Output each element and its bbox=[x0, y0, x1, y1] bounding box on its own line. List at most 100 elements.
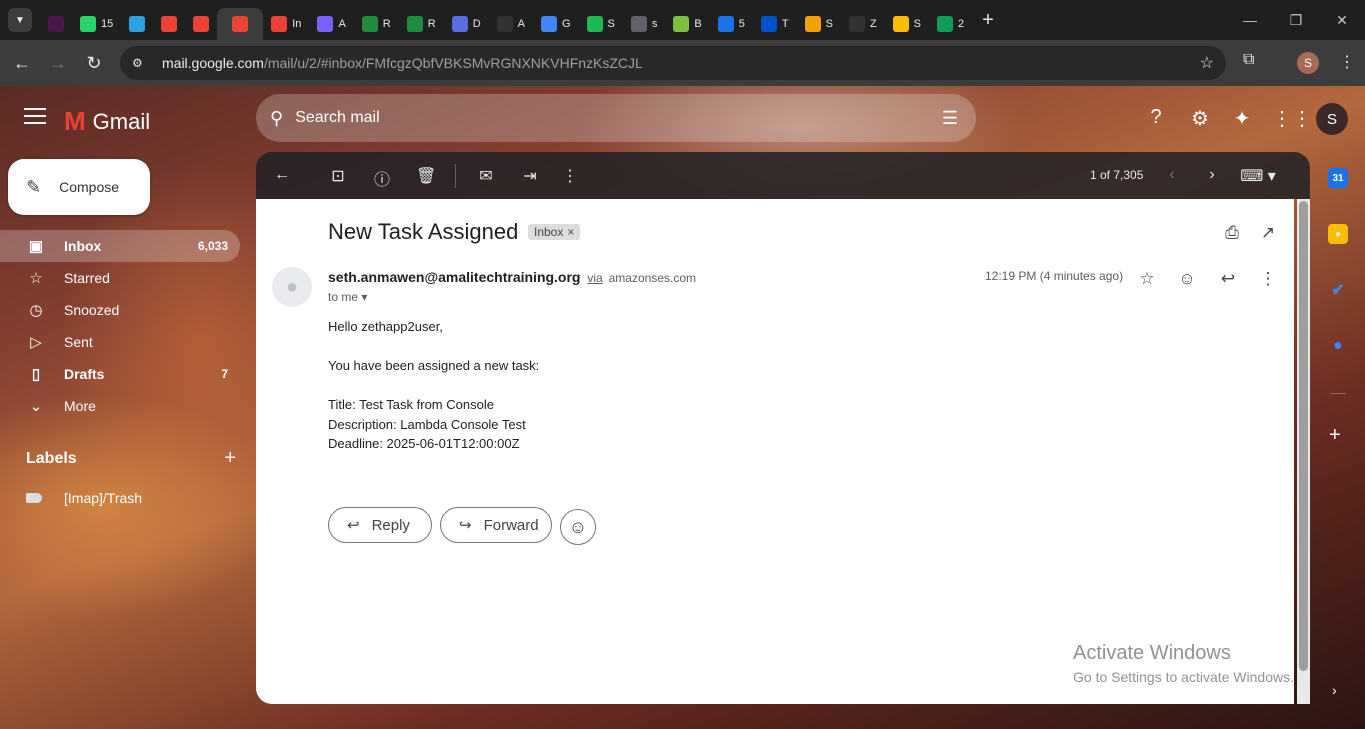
get-addons-icon[interactable]: + bbox=[1329, 424, 1341, 447]
more-actions-icon[interactable]: ⋮ bbox=[560, 166, 580, 186]
browser-tab[interactable] bbox=[185, 8, 217, 40]
telegram-icon bbox=[129, 16, 146, 32]
tab-list: 15 In A R R D A G Ss B 5 T S Z S 2 bbox=[40, 0, 972, 40]
browser-tab[interactable]: T bbox=[753, 8, 797, 40]
tab-title: 15 bbox=[101, 18, 114, 30]
address-bar[interactable]: ⚙ mail.google.com/mail/u/2/#inbox/FMfcgz… bbox=[120, 46, 1226, 80]
browser-tab[interactable]: S bbox=[885, 8, 929, 40]
browser-tab[interactable]: A bbox=[489, 8, 533, 40]
newer-chevron-icon[interactable]: ‹ bbox=[1162, 166, 1182, 184]
browser-tab[interactable] bbox=[217, 8, 264, 40]
emoji-react-icon[interactable]: ☺ bbox=[1177, 269, 1197, 289]
reply-arrow-icon: ↩ bbox=[347, 517, 360, 534]
back-to-inbox-icon[interactable]: ← bbox=[272, 166, 292, 184]
browser-tab[interactable]: 2 bbox=[929, 8, 972, 40]
bookmark-star-icon[interactable]: ☆ bbox=[1200, 53, 1214, 73]
reload-icon[interactable]: ↻ bbox=[76, 45, 112, 81]
browser-tab[interactable] bbox=[153, 8, 185, 40]
older-chevron-icon[interactable]: › bbox=[1202, 166, 1222, 184]
print-icon[interactable]: ⎙ bbox=[1222, 223, 1242, 243]
message-more-icon[interactable]: ⋮ bbox=[1258, 269, 1278, 289]
contacts-icon[interactable]: ● bbox=[1328, 336, 1348, 356]
show-side-panel-icon[interactable]: › bbox=[1332, 682, 1337, 698]
emoji-reaction-button[interactable]: ☺ bbox=[560, 509, 596, 545]
star-icon[interactable]: ☆ bbox=[1137, 269, 1157, 289]
sidebar-item-label: Snoozed bbox=[64, 302, 120, 318]
message-scrollbar[interactable] bbox=[1297, 199, 1310, 704]
browser-tab[interactable]: S bbox=[797, 8, 841, 40]
keep-icon[interactable]: ● bbox=[1328, 224, 1348, 244]
gmail-logo[interactable]: M Gmail bbox=[64, 106, 150, 137]
scrollbar-thumb[interactable] bbox=[1299, 201, 1308, 671]
browser-tab[interactable]: Z bbox=[841, 8, 885, 40]
account-avatar[interactable]: S bbox=[1316, 103, 1348, 135]
sidebar-item-sent[interactable]: ▷ Sent bbox=[0, 326, 240, 358]
tasks-icon[interactable]: ✔ bbox=[1328, 280, 1348, 300]
unread-count: 7 bbox=[221, 367, 228, 381]
pagination-text: 1 of 7,305 bbox=[1090, 168, 1144, 182]
search-icon[interactable]: ⚲ bbox=[270, 108, 283, 129]
sidebar-item-drafts[interactable]: ▯ Drafts 7 bbox=[0, 358, 240, 390]
browser-profile-avatar[interactable]: S bbox=[1297, 52, 1319, 74]
calendar-icon[interactable]: 31 bbox=[1328, 168, 1348, 188]
browser-tab[interactable]: A bbox=[309, 8, 353, 40]
reply-button[interactable]: ↩ Reply bbox=[328, 507, 432, 543]
close-icon[interactable]: ✕ bbox=[1319, 12, 1365, 29]
slack-icon bbox=[48, 16, 64, 32]
sidebar-item-starred[interactable]: ☆ Starred bbox=[0, 262, 240, 294]
browser-tab[interactable]: G bbox=[533, 8, 579, 40]
browser-tab[interactable]: B bbox=[665, 8, 709, 40]
search-input[interactable]: Search mail bbox=[295, 109, 379, 127]
via-link[interactable]: via bbox=[587, 271, 602, 285]
archive-icon[interactable]: ⊡ bbox=[328, 166, 348, 186]
browser-tab[interactable]: 5 bbox=[710, 8, 753, 40]
browser-tab[interactable]: 15 bbox=[72, 8, 121, 40]
maximize-icon[interactable]: ❐ bbox=[1273, 12, 1319, 29]
add-label-icon[interactable]: + bbox=[224, 448, 236, 468]
forward-button[interactable]: ↪ Forward bbox=[440, 507, 552, 543]
back-arrow-icon[interactable]: ← bbox=[4, 45, 40, 81]
gemini-sparkle-icon[interactable]: ✦ bbox=[1230, 106, 1254, 131]
compose-button[interactable]: ✎ Compose bbox=[8, 159, 150, 215]
search-options-icon[interactable]: ☰ bbox=[942, 108, 958, 129]
forward-arrow-icon[interactable]: → bbox=[40, 45, 76, 81]
mark-unread-icon[interactable]: ✉ bbox=[476, 166, 496, 186]
site-info-icon[interactable]: ⚙ bbox=[132, 56, 148, 70]
sidebar-item-more[interactable]: ⌄ More bbox=[0, 390, 240, 422]
sidebar-nav: ▣ Inbox 6,033 ☆ Starred ◷ Snoozed ▷ Sent ▯ Drafts 7… bbox=[0, 230, 256, 422]
tab-search-button[interactable]: ▼ bbox=[8, 8, 32, 32]
browser-tab[interactable]: R bbox=[354, 8, 399, 40]
report-spam-icon[interactable]: ⓘ bbox=[372, 166, 392, 190]
browser-tab[interactable]: In bbox=[263, 8, 309, 40]
sender-email[interactable]: seth.anmawen@amalitechtraining.org bbox=[328, 269, 581, 285]
delete-icon[interactable]: 🗑 bbox=[416, 166, 436, 186]
browser-tab[interactable]: D bbox=[444, 8, 489, 40]
sidebar-item-snoozed[interactable]: ◷ Snoozed bbox=[0, 294, 240, 326]
message-pane: New Task Assigned Inbox × ⎙ ↗ ● seth.anma… bbox=[256, 199, 1294, 704]
url-text[interactable]: mail.google.com/mail/u/2/#inbox/FMfcgzQb… bbox=[162, 55, 643, 71]
browser-tab[interactable]: R bbox=[399, 8, 444, 40]
new-tab-button[interactable]: + bbox=[982, 9, 994, 32]
open-new-window-icon[interactable]: ↗ bbox=[1258, 223, 1278, 243]
sidebar-item-inbox[interactable]: ▣ Inbox 6,033 bbox=[0, 230, 240, 262]
browser-menu-icon[interactable]: ⋮ bbox=[1339, 52, 1355, 72]
label-item-imap-trash[interactable]: [Imap]/Trash bbox=[26, 490, 142, 506]
remove-label-icon[interactable]: × bbox=[567, 225, 574, 239]
body-task-description: Description: Lambda Console Test bbox=[328, 416, 526, 432]
help-icon[interactable]: ? bbox=[1144, 106, 1168, 129]
settings-gear-icon[interactable]: ⚙ bbox=[1188, 106, 1212, 131]
tab-title: B bbox=[694, 18, 702, 30]
minimize-icon[interactable]: — bbox=[1227, 12, 1273, 28]
extensions-icon[interactable]: ⧉ bbox=[1243, 51, 1254, 69]
browser-tab[interactable] bbox=[40, 8, 72, 40]
browser-tab[interactable]: S bbox=[579, 8, 623, 40]
browser-tab[interactable] bbox=[121, 8, 153, 40]
move-to-icon[interactable]: ⇥ bbox=[520, 166, 540, 186]
reply-icon[interactable]: ↩ bbox=[1218, 269, 1238, 289]
browser-tab[interactable]: s bbox=[623, 8, 666, 40]
input-tools-icon[interactable]: ⌨ ▾ bbox=[1240, 166, 1276, 186]
apps-grid-icon[interactable]: ⋮⋮ bbox=[1272, 106, 1312, 131]
main-menu-icon[interactable] bbox=[24, 108, 46, 129]
search-bar[interactable]: ⚲ Search mail ☰ bbox=[256, 94, 976, 142]
recipient-details[interactable]: to me ▾ bbox=[328, 290, 367, 304]
